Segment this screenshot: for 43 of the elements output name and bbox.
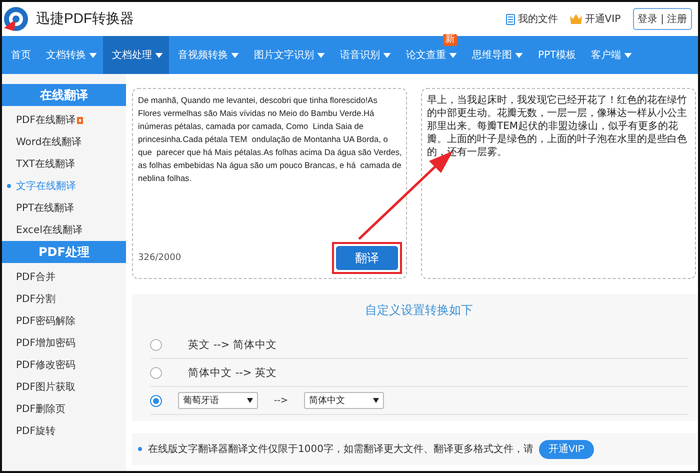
crown-icon bbox=[570, 14, 582, 24]
arrow-text: --> bbox=[274, 396, 288, 406]
sidebar-item[interactable]: PDF密码解除 bbox=[2, 310, 126, 332]
nav-tab[interactable]: 文档处理 bbox=[103, 36, 169, 74]
logo-text: 迅捷PDF转换器 bbox=[36, 10, 134, 28]
option-label: 英文 --> 简体中文 bbox=[188, 338, 278, 352]
sidebar-item[interactable]: PDF旋转 bbox=[2, 420, 126, 442]
vip-link[interactable]: 开通VIP bbox=[570, 12, 621, 26]
document-icon bbox=[506, 14, 515, 24]
bullet-icon bbox=[7, 184, 11, 188]
sidebar-heading: PDF处理 bbox=[2, 241, 126, 263]
register-link[interactable]: 注册 bbox=[667, 12, 687, 26]
sidebar-item[interactable]: PPT在线翻译 bbox=[2, 197, 126, 219]
option-label: 简体中文 --> 英文 bbox=[188, 366, 278, 380]
dropdown-caret-icon bbox=[373, 398, 380, 403]
notice-text: 在线版文字翻译器翻译文件仅限于1000字，如需翻译更大文件、翻译更多格式文件，请 bbox=[148, 442, 534, 456]
translate-button[interactable]: 翻译 bbox=[336, 246, 398, 270]
login-link[interactable]: 登录 bbox=[638, 12, 658, 26]
source-text: De manhã, Quando me levantei, descobri que tinha florescido!As Flores vermelhas são Mais vívidas no Meio do Bambu Verde.Há inúmeras pétalas, camada por camada, Como Linda Saia de princesinha.Cada pétala TEM ondulação de Montanha UA Borda, o que parecer que há Mais pétalas.As folhas acima Da água são Verdes, as folhas embebidas Na água são um pouco Brancas, e há camada de neblina folhas. bbox=[138, 94, 402, 185]
sidebar-item[interactable]: Word在线翻译 bbox=[2, 131, 126, 153]
bullet-icon bbox=[138, 447, 142, 451]
sidebar-item[interactable]: PDF删除页 bbox=[2, 398, 126, 420]
radio-button[interactable] bbox=[150, 394, 162, 406]
radio-button[interactable] bbox=[150, 366, 162, 378]
source-text-area[interactable] bbox=[132, 88, 407, 279]
character-count: 326/2000 bbox=[138, 253, 182, 263]
target-language-select[interactable]: 简体中文 bbox=[304, 392, 384, 409]
sidebar-item[interactable]: PDF合并 bbox=[2, 266, 126, 288]
sidebar-heading: 在线翻译 bbox=[2, 84, 126, 106]
sidebar-item[interactable]: PDF修改密码 bbox=[2, 354, 126, 376]
files-link[interactable]: 我的文件 bbox=[506, 12, 558, 26]
sidebar-item[interactable]: PDF在线翻译 bbox=[2, 109, 126, 131]
sidebar-item[interactable]: Excel在线翻译 bbox=[2, 219, 126, 241]
sidebar-item[interactable]: PDF增加密码 bbox=[2, 332, 126, 354]
separator-text: | bbox=[660, 14, 664, 24]
options-title: 自定义设置转换如下 bbox=[364, 302, 474, 319]
radio-button[interactable] bbox=[150, 338, 162, 350]
source-language-select[interactable]: 葡萄牙语 bbox=[178, 392, 258, 409]
sidebar-item[interactable]: PDF图片获取 bbox=[2, 376, 126, 398]
sidebar-item[interactable]: PDF分割 bbox=[2, 288, 126, 310]
sidebar-item[interactable]: TXT在线翻译 bbox=[2, 153, 126, 175]
dropdown-caret-icon bbox=[247, 398, 253, 403]
new-badge: 新 bbox=[443, 34, 457, 46]
